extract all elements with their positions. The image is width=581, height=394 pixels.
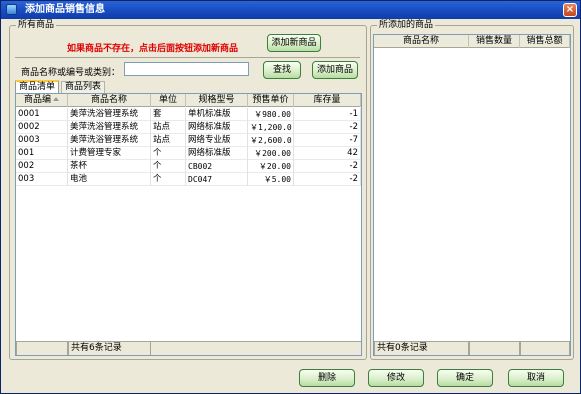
added-record-count: 共有0条记录 — [374, 342, 469, 355]
added-goods-table-header: 商品名称 销售数量 销售总额 — [374, 35, 570, 48]
cell-spec: 单机标准版 — [186, 108, 248, 121]
window-title: 添加商品销售信息 — [25, 4, 105, 15]
col-header-spec[interactable]: 规格型号 — [186, 94, 248, 107]
goods-table: 商品编 商品名称 单位 规格型号 预售单价 库存量 0001 美萍洗浴管理系统 … — [15, 93, 362, 356]
col-header-added-name[interactable]: 商品名称 — [374, 35, 469, 48]
cell-code: 0003 — [16, 134, 68, 147]
cell-unit: 个 — [151, 147, 186, 160]
cell-code: 0002 — [16, 121, 68, 134]
cell-price: ￥200.00 — [248, 147, 294, 160]
cell-stock: 42 — [294, 147, 361, 160]
cancel-button[interactable]: 取消 — [508, 369, 564, 387]
sort-asc-icon — [53, 97, 59, 101]
added-goods-group-title: 所添加的商品 — [377, 19, 436, 31]
find-button[interactable]: 查找 — [263, 61, 301, 79]
cell-stock: -2 — [294, 121, 361, 134]
table-row[interactable]: 003 电池 个 DC047 ￥5.00 -2 — [16, 173, 361, 186]
cell-price: ￥20.00 — [248, 160, 294, 173]
add-goods-button[interactable]: 添加商品 — [312, 61, 358, 79]
edit-button[interactable]: 修改 — [368, 369, 424, 387]
cell-spec: DC047 — [186, 173, 248, 186]
app-icon — [6, 4, 17, 15]
cell-name: 美萍洗浴管理系统 — [68, 121, 151, 134]
col-header-price[interactable]: 预售单价 — [248, 94, 294, 107]
col-header-sale-total[interactable]: 销售总额 — [520, 35, 570, 48]
cell-code: 0001 — [16, 108, 68, 121]
ok-button[interactable]: 确定 — [437, 369, 493, 387]
col-header-code-label: 商品编 — [23, 95, 51, 105]
cell-code: 003 — [16, 173, 68, 186]
cell-spec: CB002 — [186, 160, 248, 173]
table-row[interactable]: 002 茶杯 个 CB002 ￥20.00 -2 — [16, 160, 361, 173]
cell-price: ￥1,200.0 — [248, 121, 294, 134]
cell-stock: -2 — [294, 173, 361, 186]
search-label: 商品名称或编号或类别： — [21, 68, 121, 78]
cell-price: ￥980.00 — [248, 108, 294, 121]
cell-code: 002 — [16, 160, 68, 173]
cell-price: ￥5.00 — [248, 173, 294, 186]
cell-unit: 个 — [151, 160, 186, 173]
search-input[interactable] — [124, 62, 249, 76]
table-row[interactable]: 0003 美萍洗浴管理系统 站点 网络专业版 ￥2,600.0 -7 — [16, 134, 361, 147]
cell-unit: 个 — [151, 173, 186, 186]
all-goods-group: 所有商品 如果商品不存在，点击后面按钮添加新商品 添加新商品 商品名称或编号或类… — [9, 19, 367, 360]
cell-price: ￥2,600.0 — [248, 134, 294, 147]
dialog-window: 添加商品销售信息 × 所有商品 如果商品不存在，点击后面按钮添加新商品 添加新商… — [0, 0, 581, 394]
dialog-body: 所有商品 如果商品不存在，点击后面按钮添加新商品 添加新商品 商品名称或编号或类… — [4, 19, 577, 391]
added-goods-table: 商品名称 销售数量 销售总额 共有0条记录 — [373, 34, 571, 356]
add-new-goods-button[interactable]: 添加新商品 — [267, 34, 321, 52]
table-row[interactable]: 0002 美萍洗浴管理系统 站点 网络标准版 ￥1,200.0 -2 — [16, 121, 361, 134]
table-row[interactable]: 001 计费管理专家 个 网络标准版 ￥200.00 42 — [16, 147, 361, 160]
warning-text: 如果商品不存在，点击后面按钮添加新商品 — [67, 44, 239, 54]
col-header-unit[interactable]: 单位 — [151, 94, 186, 107]
col-header-stock[interactable]: 库存量 — [294, 94, 361, 107]
cell-unit: 站点 — [151, 121, 186, 134]
col-header-sale-qty[interactable]: 销售数量 — [469, 35, 520, 48]
cell-name: 美萍洗浴管理系统 — [68, 108, 151, 121]
tab-goods-list[interactable]: 商品清单 — [15, 80, 60, 93]
col-header-name[interactable]: 商品名称 — [68, 94, 151, 107]
added-goods-footer: 共有0条记录 — [374, 341, 570, 355]
table-row[interactable]: 0001 美萍洗浴管理系统 套 单机标准版 ￥980.00 -1 — [16, 108, 361, 121]
cell-name: 计费管理专家 — [68, 147, 151, 160]
footer-blank — [520, 342, 570, 355]
all-goods-group-title: 所有商品 — [16, 19, 57, 31]
cell-stock: -1 — [294, 108, 361, 121]
goods-record-count: 共有6条记录 — [68, 342, 151, 355]
cell-spec: 网络标准版 — [186, 147, 248, 160]
col-header-code[interactable]: 商品编 — [16, 94, 68, 107]
footer-blank — [16, 342, 68, 355]
cell-spec: 网络标准版 — [186, 121, 248, 134]
cell-spec: 网络专业版 — [186, 134, 248, 147]
cell-stock: -7 — [294, 134, 361, 147]
goods-table-header: 商品编 商品名称 单位 规格型号 预售单价 库存量 — [16, 94, 361, 107]
cell-name: 茶杯 — [68, 160, 151, 173]
goods-table-footer: 共有6条记录 — [16, 341, 361, 355]
added-goods-group: 所添加的商品 商品名称 销售数量 销售总额 共有0条记录 — [370, 19, 574, 360]
close-button[interactable]: × — [563, 3, 577, 17]
cell-stock: -2 — [294, 160, 361, 173]
cell-unit: 套 — [151, 108, 186, 121]
footer-blank — [469, 342, 520, 355]
cell-code: 001 — [16, 147, 68, 160]
cell-name: 美萍洗浴管理系统 — [68, 134, 151, 147]
divider — [15, 57, 360, 58]
cell-unit: 站点 — [151, 134, 186, 147]
title-bar[interactable]: 添加商品销售信息 × — [1, 1, 580, 19]
delete-button[interactable]: 删除 — [299, 369, 355, 387]
cell-name: 电池 — [68, 173, 151, 186]
